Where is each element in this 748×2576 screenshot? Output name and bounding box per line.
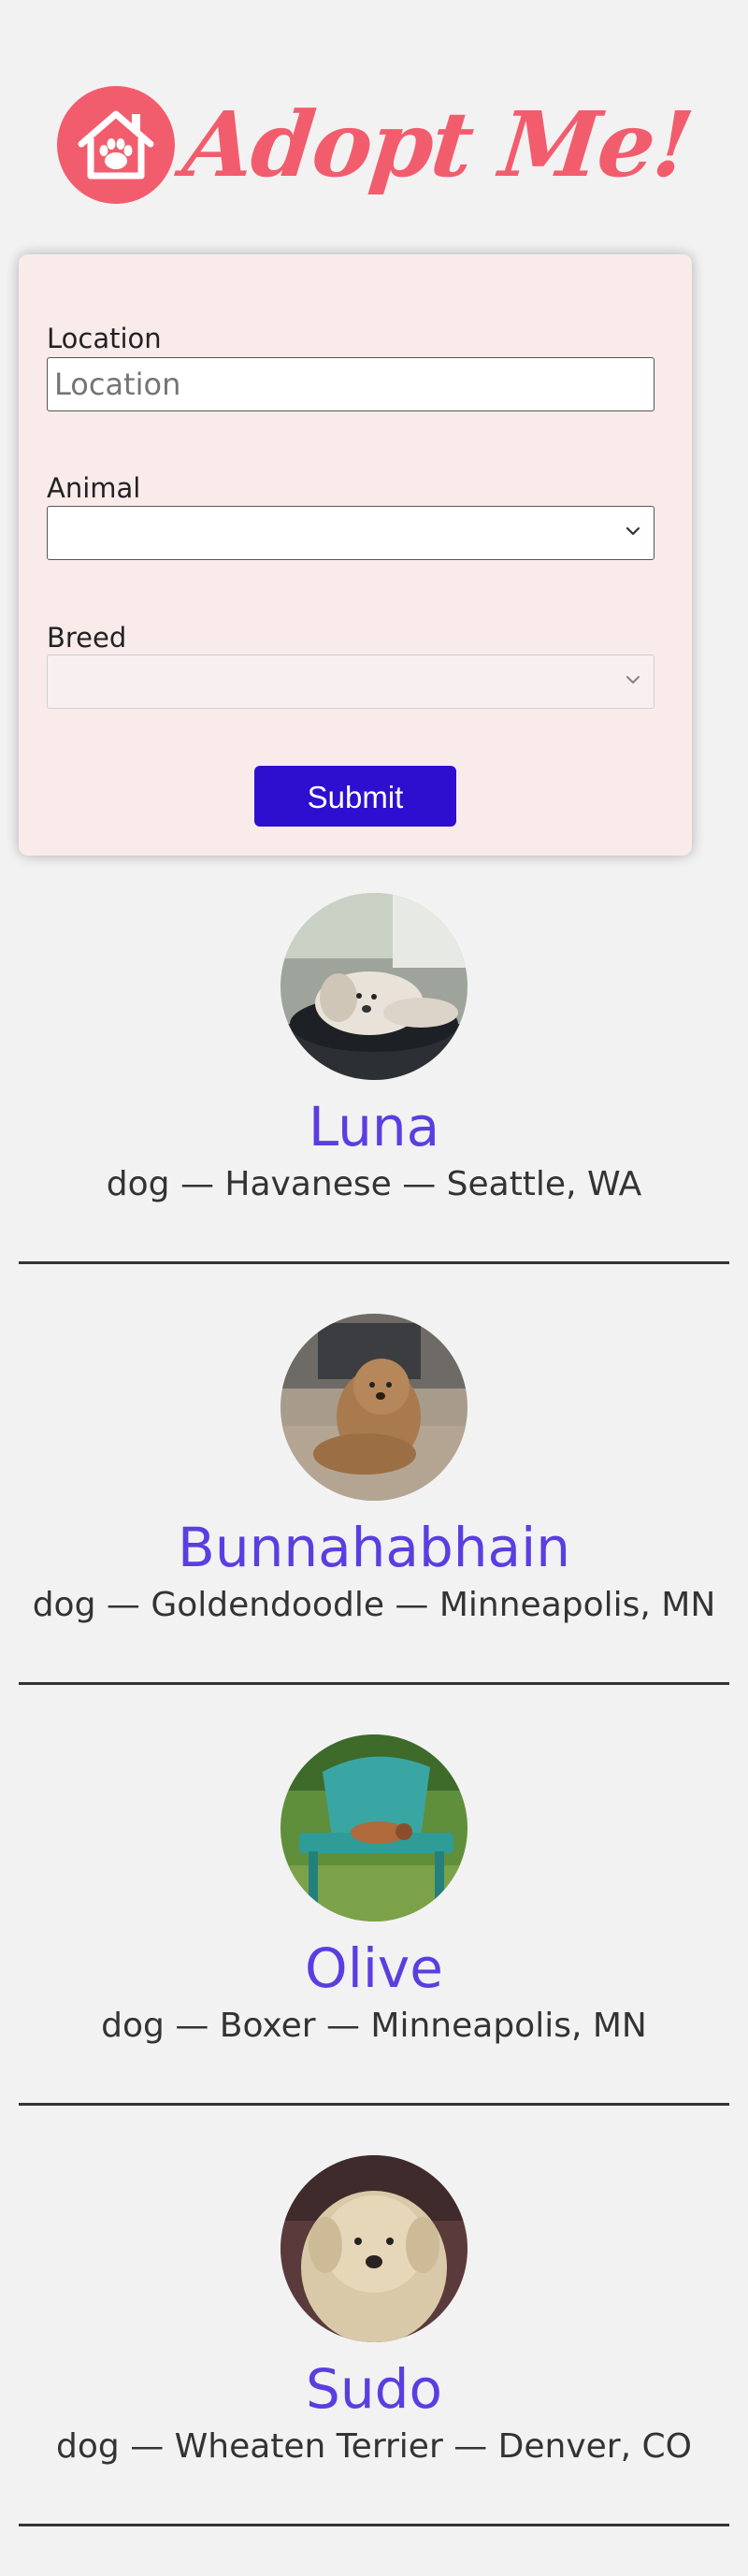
pet-name: Bunnahabhain	[178, 1516, 570, 1579]
pet-card-luna[interactable]: Luna dog — Havanese — Seattle, WA	[0, 893, 748, 1314]
pet-photo	[280, 2155, 468, 2342]
animal-label: Animal	[47, 472, 141, 504]
pet-name: Sudo	[306, 2357, 442, 2421]
location-input[interactable]	[47, 357, 654, 411]
site-header: Adopt Me!	[0, 65, 748, 224]
chevron-down-icon	[626, 526, 640, 536]
pet-info: dog — Goldendoodle — Minneapolis, MN	[32, 1586, 716, 1624]
pet-photo	[280, 1314, 468, 1501]
logo-text: Adopt Me!	[179, 92, 697, 197]
divider	[19, 1261, 729, 1264]
pet-photo	[280, 1734, 468, 1921]
divider	[19, 1682, 729, 1685]
pet-info: dog — Wheaten Terrier — Denver, CO	[56, 2427, 692, 2466]
home-logo-link[interactable]: Adopt Me!	[56, 86, 697, 204]
divider	[19, 2103, 729, 2106]
pet-card-olive[interactable]: Olive dog — Boxer — Minneapolis, MN	[0, 1734, 748, 2155]
house-paw-icon	[56, 86, 175, 204]
chevron-down-icon	[626, 675, 640, 684]
breed-select[interactable]	[47, 655, 654, 709]
animal-select[interactable]	[47, 506, 654, 560]
pet-info: dog — Boxer — Minneapolis, MN	[101, 2007, 647, 2045]
pet-name: Olive	[305, 1936, 443, 2000]
pet-info: dog — Havanese — Seattle, WA	[106, 1165, 642, 1203]
location-label: Location	[47, 323, 162, 354]
breed-label: Breed	[47, 622, 127, 654]
submit-button[interactable]: Submit	[254, 766, 456, 827]
search-form: Location Animal Breed Submit	[19, 254, 692, 856]
pet-card-bunnahabhain[interactable]: Bunnahabhain dog — Goldendoodle — Minnea…	[0, 1314, 748, 1734]
divider	[19, 2524, 729, 2526]
pet-card-sudo[interactable]: Sudo dog — Wheaten Terrier — Denver, CO	[0, 2155, 748, 2576]
pet-name: Luna	[308, 1095, 440, 1158]
pet-photo	[280, 893, 468, 1080]
